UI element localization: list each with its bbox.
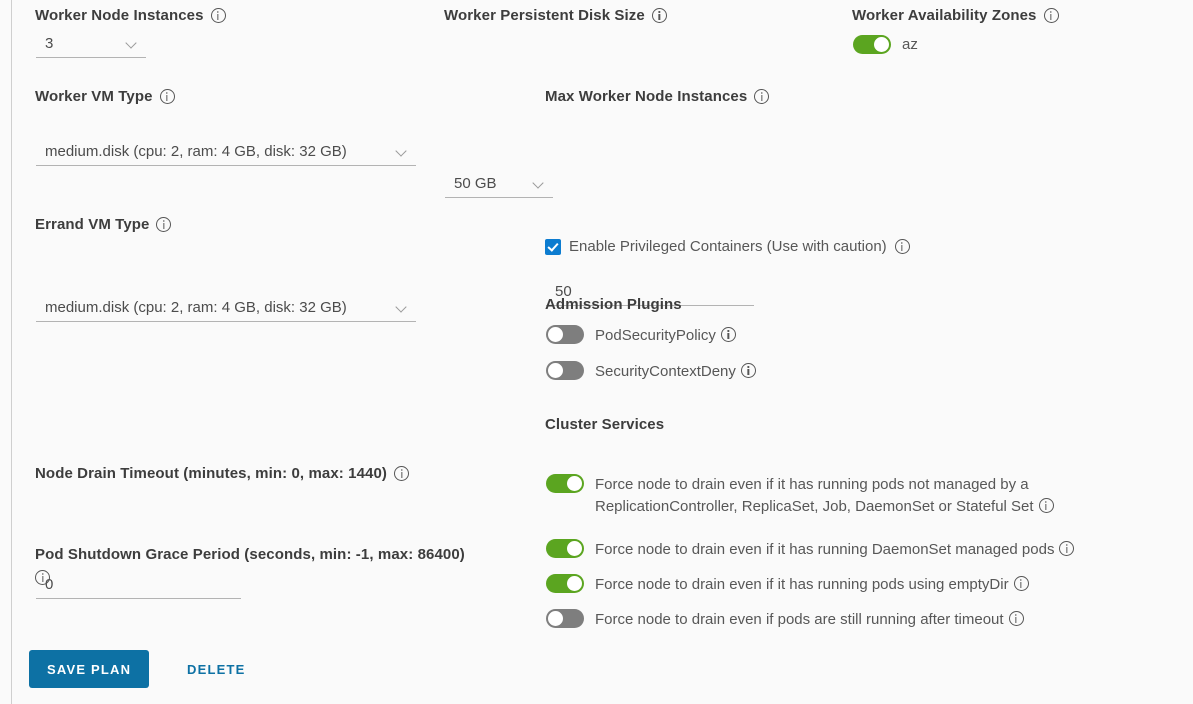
plan-configuration-form: Worker Node Instances 3 Worker VM Type m… — [0, 0, 1193, 704]
admission-plugin-securitycontextdeny-row[interactable]: SecurityContextDeny — [546, 361, 756, 383]
enable-privileged-containers-label-text: Enable Privileged Containers (Use with c… — [569, 238, 887, 255]
cluster-services-heading: Cluster Services — [545, 416, 664, 433]
toggle-knob — [548, 327, 563, 342]
force-drain-emptydir-pods-toggle[interactable] — [546, 574, 584, 593]
force-drain-emptydir-pods-label-text: Force node to drain even if it has runni… — [595, 576, 1009, 593]
force-drain-emptydir-pods-label: Force node to drain even if it has runni… — [595, 574, 1029, 596]
worker-persistent-disk-size-select[interactable]: 50 GB — [445, 170, 553, 198]
delete-button[interactable]: DELETE — [177, 650, 255, 688]
toggle-knob — [567, 576, 582, 591]
force-drain-daemonset-pods-label: Force node to drain even if it has runni… — [595, 539, 1074, 561]
cluster-service-row-2[interactable]: Force node to drain even if it has runni… — [546, 539, 1166, 561]
info-icon[interactable] — [1039, 498, 1054, 513]
worker-vm-type-label-text: Worker VM Type — [35, 88, 153, 105]
save-plan-button[interactable]: SAVE PLAN — [29, 650, 149, 688]
worker-node-instances-label: Worker Node Instances — [35, 7, 226, 24]
info-icon[interactable] — [394, 466, 409, 481]
pod-shutdown-grace-period-input[interactable]: 10 — [36, 699, 241, 704]
force-drain-unmanaged-pods-label: Force node to drain even if it has runni… — [595, 474, 1115, 518]
force-drain-after-timeout-toggle[interactable] — [546, 609, 584, 628]
podsecuritypolicy-toggle[interactable] — [546, 325, 584, 344]
podsecuritypolicy-label: PodSecurityPolicy — [595, 325, 736, 347]
podsecuritypolicy-label-text: PodSecurityPolicy — [595, 327, 716, 344]
info-icon[interactable] — [895, 239, 910, 254]
info-icon[interactable] — [652, 8, 667, 23]
cluster-service-row-4[interactable]: Force node to drain even if pods are sti… — [546, 609, 1166, 631]
securitycontextdeny-label: SecurityContextDeny — [595, 361, 756, 383]
toggle-knob — [548, 363, 563, 378]
worker-vm-type-value: medium.disk (cpu: 2, ram: 4 GB, disk: 32… — [36, 143, 347, 160]
force-drain-unmanaged-pods-label-text: Force node to drain even if it has runni… — [595, 476, 1034, 515]
info-icon[interactable] — [721, 327, 736, 342]
force-drain-daemonset-pods-label-text: Force node to drain even if it has runni… — [595, 541, 1054, 558]
availability-zone-label: az — [902, 35, 918, 54]
info-icon[interactable] — [1044, 8, 1059, 23]
info-icon[interactable] — [156, 217, 171, 232]
force-drain-daemonset-pods-toggle[interactable] — [546, 539, 584, 558]
chevron-down-icon — [127, 39, 137, 49]
force-drain-after-timeout-label-text: Force node to drain even if pods are sti… — [595, 611, 1004, 628]
availability-zone-toggle[interactable] — [853, 35, 891, 54]
admission-plugin-podsecuritypolicy-row[interactable]: PodSecurityPolicy — [546, 325, 736, 347]
worker-vm-type-select[interactable]: medium.disk (cpu: 2, ram: 4 GB, disk: 32… — [36, 138, 416, 166]
info-icon[interactable] — [35, 570, 50, 585]
force-drain-after-timeout-label: Force node to drain even if pods are sti… — [595, 609, 1024, 631]
toggle-knob — [567, 476, 582, 491]
max-worker-node-instances-label-text: Max Worker Node Instances — [545, 88, 747, 105]
toggle-knob — [874, 37, 889, 52]
info-icon[interactable] — [1009, 611, 1024, 626]
chevron-down-icon — [397, 303, 407, 313]
errand-vm-type-value: medium.disk (cpu: 2, ram: 4 GB, disk: 32… — [36, 299, 347, 316]
left-divider — [11, 0, 12, 704]
worker-node-instances-value: 3 — [36, 35, 53, 52]
info-icon[interactable] — [211, 8, 226, 23]
worker-persistent-disk-size-value: 50 GB — [445, 175, 497, 192]
errand-vm-type-select[interactable]: medium.disk (cpu: 2, ram: 4 GB, disk: 32… — [36, 294, 416, 322]
max-worker-node-instances-label: Max Worker Node Instances — [545, 88, 769, 105]
cluster-service-row-3[interactable]: Force node to drain even if it has runni… — [546, 574, 1166, 596]
errand-vm-type-label: Errand VM Type — [35, 216, 171, 233]
worker-availability-zones-label-text: Worker Availability Zones — [852, 7, 1037, 24]
node-drain-timeout-label-text: Node Drain Timeout (minutes, min: 0, max… — [35, 465, 387, 482]
force-drain-unmanaged-pods-toggle[interactable] — [546, 474, 584, 493]
info-icon[interactable] — [160, 89, 175, 104]
worker-vm-type-label: Worker VM Type — [35, 88, 175, 105]
admission-plugins-heading: Admission Plugins — [545, 296, 682, 313]
worker-node-instances-select[interactable]: 3 — [36, 30, 146, 58]
worker-node-instances-label-text: Worker Node Instances — [35, 7, 204, 24]
pod-shutdown-grace-period-label-text: Pod Shutdown Grace Period (seconds, min:… — [35, 546, 465, 563]
worker-persistent-disk-size-label-text: Worker Persistent Disk Size — [444, 7, 645, 24]
worker-availability-zones-label: Worker Availability Zones — [852, 7, 1059, 24]
toggle-knob — [567, 541, 582, 556]
info-icon[interactable] — [754, 89, 769, 104]
worker-availability-zone-row[interactable]: az — [853, 35, 918, 54]
toggle-knob — [548, 611, 563, 626]
securitycontextdeny-toggle[interactable] — [546, 361, 584, 380]
enable-privileged-containers-checkbox[interactable] — [545, 239, 561, 255]
enable-privileged-containers-label: Enable Privileged Containers (Use with c… — [569, 238, 910, 255]
chevron-down-icon — [534, 179, 544, 189]
node-drain-timeout-label: Node Drain Timeout (minutes, min: 0, max… — [35, 465, 409, 482]
pod-shutdown-grace-period-label: Pod Shutdown Grace Period (seconds, min:… — [35, 544, 505, 585]
worker-persistent-disk-size-label: Worker Persistent Disk Size — [444, 7, 667, 24]
info-icon[interactable] — [741, 363, 756, 378]
chevron-down-icon — [397, 147, 407, 157]
info-icon[interactable] — [1014, 576, 1029, 591]
enable-privileged-containers-row[interactable]: Enable Privileged Containers (Use with c… — [545, 238, 910, 255]
securitycontextdeny-label-text: SecurityContextDeny — [595, 363, 736, 380]
errand-vm-type-label-text: Errand VM Type — [35, 216, 149, 233]
cluster-service-row-1[interactable]: Force node to drain even if it has runni… — [546, 474, 1146, 518]
info-icon[interactable] — [1059, 541, 1074, 556]
